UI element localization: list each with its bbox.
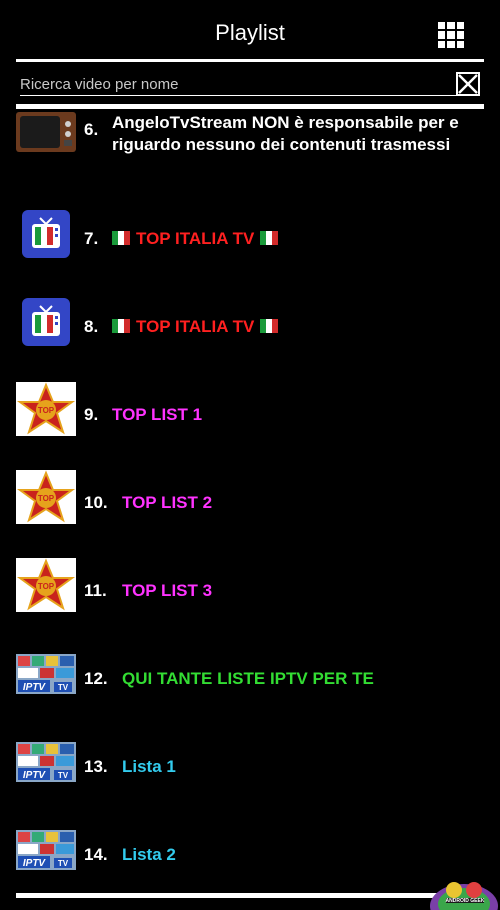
item-number: 12.: [84, 669, 108, 688]
grid-icon[interactable]: [438, 22, 464, 48]
item-label: Lista 1: [122, 757, 176, 776]
page-title: Playlist: [215, 20, 285, 45]
item-label: AngeloTvStream NON è responsabile per e …: [112, 113, 459, 154]
item-label: Lista 2: [122, 845, 176, 864]
svg-text:TOP: TOP: [38, 406, 55, 415]
top-star-icon: TOP: [16, 382, 76, 436]
watermark-text: ANDROID GEEK: [446, 898, 485, 904]
list-item[interactable]: 7. TOP ITALIA TV: [0, 194, 500, 282]
search-bar: [20, 70, 484, 98]
list-item[interactable]: IPTV TV 14. Lista 2: [0, 810, 500, 890]
item-label: TOP LIST 1: [112, 405, 203, 424]
playlist-list: 6. AngeloTvStream NON è responsabile per …: [0, 110, 500, 890]
italian-tv-icon: [22, 298, 70, 346]
list-item[interactable]: IPTV TV 13. Lista 1: [0, 722, 500, 810]
item-label: TOP LIST 2: [122, 493, 213, 512]
item-label: TOP LIST 3: [122, 581, 213, 600]
svg-text:TV: TV: [58, 683, 69, 692]
svg-text:TV: TV: [58, 771, 69, 780]
tv-icon: [16, 112, 76, 166]
italy-flag-icon: [112, 229, 130, 248]
close-box-icon[interactable]: [456, 72, 480, 96]
item-number: 8.: [84, 317, 99, 336]
italian-tv-icon: [22, 210, 70, 258]
item-number: 7.: [84, 229, 99, 248]
svg-text:TV: TV: [58, 859, 69, 868]
top-star-icon: TOP: [16, 470, 76, 524]
svg-text:IPTV: IPTV: [23, 682, 47, 693]
iptv-icon: IPTV TV: [16, 654, 76, 708]
list-item[interactable]: IPTV TV 12. QUI TANTE LISTE IPTV PER TE: [0, 634, 500, 722]
italy-flag-icon: [112, 317, 130, 336]
android-watermark-icon: ANDROID GEEK: [428, 866, 498, 910]
item-number: 6.: [84, 120, 99, 139]
svg-text:IPTV: IPTV: [23, 858, 47, 869]
list-item[interactable]: 8. TOP ITALIA TV: [0, 282, 500, 370]
item-number: 13.: [84, 757, 108, 776]
item-label: TOP ITALIA TV: [112, 317, 279, 337]
app-header: Playlist: [0, 0, 500, 62]
svg-text:TOP: TOP: [38, 582, 55, 591]
item-number: 11.: [84, 581, 107, 600]
iptv-icon: IPTV TV: [16, 742, 76, 796]
svg-text:IPTV: IPTV: [23, 770, 47, 781]
svg-text:TOP: TOP: [38, 494, 55, 503]
footer-divider: [16, 893, 484, 898]
item-label: TOP ITALIA TV: [112, 229, 279, 249]
item-label-text: TOP ITALIA TV: [136, 229, 255, 248]
item-number: 10.: [84, 493, 108, 512]
search-divider: [16, 104, 484, 109]
italy-flag-icon: [260, 317, 279, 336]
list-item[interactable]: 6. AngeloTvStream NON è responsabile per …: [0, 110, 500, 196]
header-divider: [16, 59, 484, 62]
search-underline: [20, 95, 460, 96]
item-label: QUI TANTE LISTE IPTV PER TE: [122, 669, 374, 688]
top-star-icon: TOP: [16, 558, 76, 612]
search-input[interactable]: [20, 72, 450, 96]
iptv-icon: IPTV TV: [16, 830, 76, 884]
list-item[interactable]: TOP 9. TOP LIST 1: [0, 370, 500, 458]
list-item[interactable]: TOP 11. TOP LIST 3: [0, 546, 500, 634]
item-number: 9.: [84, 405, 99, 424]
list-item[interactable]: TOP 10. TOP LIST 2: [0, 458, 500, 546]
italy-flag-icon: [260, 229, 279, 248]
item-label-text: TOP ITALIA TV: [136, 317, 255, 336]
item-number: 14.: [84, 845, 108, 864]
